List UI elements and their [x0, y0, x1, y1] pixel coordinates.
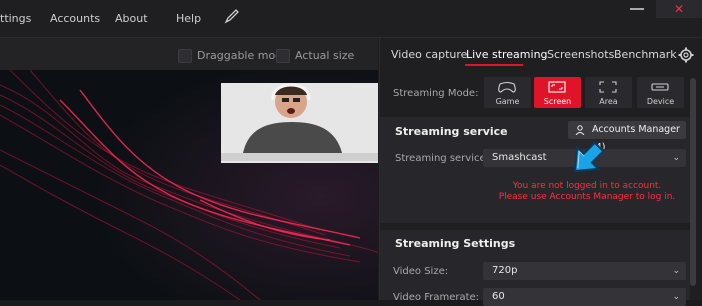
mode-screen-button[interactable]: Screen: [534, 77, 581, 108]
gear-icon[interactable]: [678, 47, 694, 63]
mode-device-label: Device: [646, 97, 675, 106]
actual-size-checkbox[interactable]: [276, 49, 290, 63]
streaming-settings-title: Streaming Settings: [395, 237, 516, 250]
menu-about[interactable]: About: [115, 12, 148, 25]
menu-help[interactable]: Help: [176, 12, 201, 25]
chevron-down-icon: ⌄: [672, 153, 680, 163]
device-icon: [651, 83, 669, 91]
streaming-service-value: Smashcast: [492, 152, 547, 163]
screen-preview: [0, 70, 378, 300]
tab-video-capture[interactable]: Video capture: [391, 48, 467, 61]
mode-screen-label: Screen: [543, 97, 572, 106]
streaming-mode-label: Streaming Mode:: [393, 88, 479, 99]
streaming-service-title: Streaming service: [395, 125, 508, 138]
accounts-manager-button[interactable]: Accounts Manager (4): [568, 121, 686, 153]
menu-settings[interactable]: ttings: [0, 12, 31, 25]
menu-accounts[interactable]: Accounts: [50, 12, 100, 25]
chevron-down-icon: ⌄: [672, 292, 680, 302]
video-framerate-value: 60: [492, 291, 505, 302]
draggable-mode-checkbox[interactable]: [178, 49, 192, 63]
chevron-down-icon: ⌄: [672, 266, 680, 276]
tab-screenshots[interactable]: Screenshots: [547, 48, 614, 61]
mode-game-label: Game: [495, 97, 520, 106]
login-error-line2: Please use Accounts Manager to log in.: [498, 192, 676, 202]
close-icon: ✕: [673, 2, 685, 16]
actual-size-label: Actual size: [295, 49, 355, 62]
pointer-arrow-icon: [573, 141, 605, 173]
preview-artwork: [0, 70, 378, 300]
gamepad-icon: [498, 81, 516, 93]
login-error-line1: You are not logged in to account.: [512, 181, 662, 191]
mode-area-button[interactable]: Area: [585, 77, 632, 108]
pen-icon[interactable]: [224, 8, 240, 24]
video-size-value: 720p: [492, 265, 518, 276]
mode-device-button[interactable]: Device: [637, 77, 684, 108]
tab-live-streaming[interactable]: Live streaming: [466, 48, 548, 61]
video-size-label: Video Size:: [393, 266, 449, 277]
streaming-service-label: Streaming service:: [395, 153, 490, 164]
tab-benchmark[interactable]: Benchmark: [614, 48, 677, 61]
video-framerate-select[interactable]: 60 ⌄: [483, 288, 686, 306]
settings-scrollbar[interactable]: [690, 78, 696, 286]
close-button[interactable]: ✕: [656, 0, 702, 18]
top-menu-bar: ttings Accounts About Help: [0, 0, 702, 38]
screen-icon: [548, 81, 566, 93]
active-tab-indicator: [465, 64, 523, 66]
mode-game-button[interactable]: Game: [484, 77, 531, 108]
minimize-button[interactable]: [630, 8, 644, 10]
user-icon: [575, 125, 585, 135]
mode-area-label: Area: [599, 97, 618, 106]
video-size-select[interactable]: 720p ⌄: [483, 262, 686, 280]
video-framerate-label: Video Framerate:: [393, 292, 480, 303]
area-icon: [599, 81, 617, 93]
